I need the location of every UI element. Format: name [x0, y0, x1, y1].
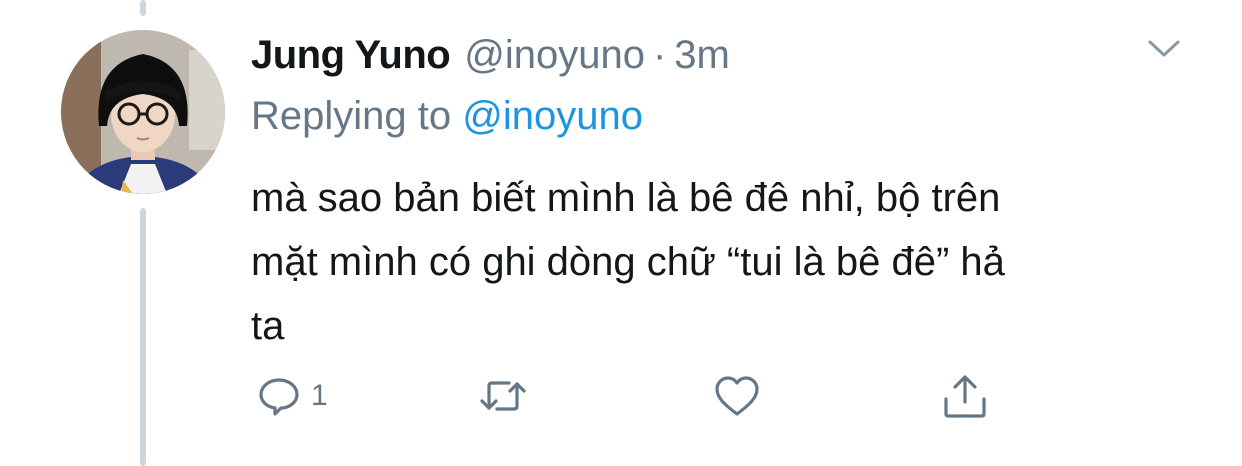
tweet-text: mà sao bản biết mình là bê đê nhỉ, bộ tr…	[251, 166, 1211, 358]
tweet-text-line: mà sao bản biết mình là bê đê nhỉ, bộ tr…	[251, 176, 1001, 220]
thread-line-top	[140, 0, 146, 16]
retweet-button[interactable]	[479, 368, 527, 424]
reply-count: 1	[311, 379, 328, 412]
chevron-down-icon[interactable]	[1146, 34, 1182, 62]
author-name[interactable]: Jung Yuno	[251, 30, 451, 80]
replying-to-mention[interactable]: @inoyuno	[462, 94, 643, 138]
heart-icon	[713, 374, 761, 418]
replying-prefix: Replying to	[251, 94, 452, 138]
thread-line-bottom	[140, 208, 146, 466]
like-button[interactable]	[713, 368, 761, 424]
separator-dot: ·	[652, 33, 667, 77]
tweet-header: Jung Yuno @inoyuno · 3m	[251, 30, 730, 80]
reply-icon	[257, 374, 301, 418]
share-icon	[941, 372, 989, 420]
avatar-image	[61, 30, 225, 194]
author-handle[interactable]: @inoyuno	[464, 30, 645, 80]
tweet-text-line: ta	[251, 304, 285, 348]
tweet-timestamp[interactable]: 3m	[674, 30, 730, 80]
retweet-icon	[479, 374, 527, 418]
reply-button[interactable]: 1	[257, 368, 328, 424]
avatar[interactable]	[61, 30, 225, 194]
replying-to: Replying to @inoyuno	[251, 92, 643, 140]
tweet-text-line: mặt mình có ghi dòng chữ “tui là bê đê” …	[251, 240, 1005, 284]
share-button[interactable]	[941, 368, 989, 424]
